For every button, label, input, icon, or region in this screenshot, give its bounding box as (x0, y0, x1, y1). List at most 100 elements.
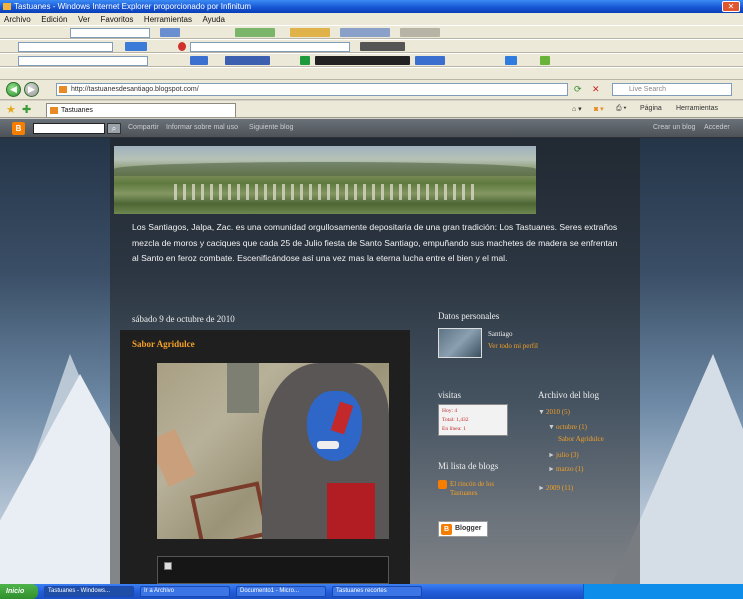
visits-heading: visitas (438, 390, 462, 400)
toolbar-search-box[interactable] (70, 28, 150, 38)
page-menu[interactable]: Página (640, 105, 662, 112)
stop-icon[interactable]: ✕ (592, 84, 600, 95)
tab-tastuanes[interactable]: Tastuanes (46, 103, 236, 117)
blogger-badge-icon: B (441, 524, 452, 535)
toolbar-3 (0, 53, 743, 67)
windows-taskbar: Inicio Tastuanes - Windows... Ir a Archi… (0, 584, 743, 599)
bloglist-heading: Mi lista de blogs (438, 461, 499, 471)
powered-by-blogger-button[interactable]: B Blogger (438, 521, 488, 537)
profile-link[interactable]: Ver todo mi perfil (488, 342, 538, 350)
blogger-logo-icon[interactable]: B (12, 122, 25, 135)
photo-red-garment (327, 483, 375, 539)
menu-ayuda[interactable]: Ayuda (202, 15, 225, 24)
toolbar-button[interactable] (415, 56, 445, 65)
blogger-navbar: B ⌕ Compartir Informar sobre mal uso Sig… (0, 119, 743, 138)
url-field[interactable]: http://tastuanesdesantiago.blogspot.com/ (56, 83, 568, 96)
toolbar-button[interactable] (300, 56, 310, 65)
navbar-report-link[interactable]: Informar sobre mal uso (166, 124, 238, 131)
toolbar-button[interactable] (540, 56, 550, 65)
visitor-counter[interactable]: Hoy: 4 Total: 1,432 En línea: 1 (438, 404, 508, 436)
collapsed-triangle-icon: ► (548, 465, 555, 473)
post-photo[interactable] (157, 363, 389, 539)
post-title[interactable]: Sabor Agridulce (132, 339, 195, 349)
add-favorite-icon[interactable]: ✚ (22, 103, 31, 116)
taskbar-item[interactable]: Tastuanes recortes (332, 586, 422, 597)
navbar-create-blog-link[interactable]: Crear un blog (653, 124, 695, 131)
refresh-icon[interactable]: ⟳ (574, 84, 582, 95)
blogger-badge-label: Blogger (455, 525, 482, 532)
system-tray[interactable] (583, 584, 743, 599)
archive-month-link[interactable]: julio (3) (556, 451, 579, 459)
archive-month-link[interactable]: marzo (1) (556, 465, 583, 473)
taskbar-item[interactable]: Documento1 - Micro... (236, 586, 326, 597)
toolbar-button[interactable] (315, 56, 410, 65)
archive-year-link[interactable]: 2009 (11) (546, 484, 573, 492)
toolbar-button[interactable] (190, 56, 208, 65)
toolbar-button[interactable] (505, 56, 517, 65)
archive-month-link[interactable]: octubre (1) (556, 423, 587, 431)
record-icon[interactable] (178, 42, 186, 51)
visitor-row: Hoy: 4 (442, 408, 458, 414)
menu-bar: Archivo Edición Ver Favoritos Herramient… (0, 13, 743, 25)
toolbar-1 (0, 25, 743, 39)
toolbar-button[interactable] (290, 28, 330, 37)
photo-leg (157, 429, 197, 487)
window-title: Tastuanes - Windows Internet Explorer pr… (14, 2, 252, 11)
toolbar-button[interactable] (235, 28, 275, 37)
search-icon[interactable]: ⌕ (107, 123, 121, 134)
archive-post-link[interactable]: Sabor Agridulce (558, 435, 604, 443)
header-hill (114, 162, 536, 176)
toolbar-button[interactable] (400, 28, 440, 37)
archive-post[interactable]: Sabor Agridulce (558, 433, 604, 443)
window-titlebar[interactable]: Tastuanes - Windows Internet Explorer pr… (0, 0, 743, 13)
archive-item[interactable]: ▼octubre (1) (548, 421, 587, 431)
navbar-next-blog-link[interactable]: Siguiente blog (249, 124, 293, 131)
visits-widget: visitas Hoy: 4 Total: 1,432 En línea: 1 (438, 390, 518, 440)
photo-wooden-frame (190, 481, 270, 539)
toolbar-button[interactable] (125, 42, 147, 51)
taskbar-item[interactable]: Ir a Archivo (140, 586, 230, 597)
toolbar-button[interactable] (360, 42, 405, 51)
toolbar-input[interactable] (18, 42, 113, 52)
blog-search-input[interactable] (33, 123, 105, 134)
navbar-share-link[interactable]: Compartir (128, 124, 159, 131)
forward-icon[interactable]: ▶ (24, 82, 39, 97)
tools-menu[interactable]: Herramientas (676, 105, 718, 112)
bloglist-link[interactable]: El rincón de los Tastuanes (450, 480, 522, 498)
blog-description: Los Santiagos, Jalpa, Zac. es una comuni… (132, 222, 618, 263)
archive-item[interactable]: ►2009 (11) (538, 482, 573, 492)
menu-edicion[interactable]: Edición (41, 15, 67, 24)
header-village (174, 184, 474, 200)
toolbar-button[interactable] (160, 28, 180, 37)
blog-container: Los Santiagos, Jalpa, Zac. es una comuni… (110, 138, 640, 584)
archive-year-link[interactable]: 2010 (5) (546, 408, 570, 416)
toolbar-button[interactable] (340, 28, 390, 37)
toolbar-search-field[interactable] (190, 42, 350, 52)
expand-triangle-icon: ▼ (548, 423, 555, 431)
menu-herramientas[interactable]: Herramientas (144, 15, 192, 24)
print-icon[interactable]: ⎙ ▾ (616, 105, 627, 113)
home-icon[interactable]: ⌂ ▾ (572, 105, 582, 113)
taskbar-item[interactable]: Tastuanes - Windows... (44, 586, 134, 597)
favorites-star-icon[interactable]: ★ (6, 103, 16, 116)
live-search-input[interactable]: Live Search (612, 83, 732, 96)
feeds-icon[interactable]: ◙ ▾ (594, 105, 604, 113)
profile-widget: Datos personales Santiago Ver todo mi pe… (438, 311, 538, 361)
expand-triangle-icon: ▼ (538, 408, 545, 416)
menu-archivo[interactable]: Archivo (4, 15, 31, 24)
bloglist-widget: Mi lista de blogs El rincón de los Tastu… (438, 461, 538, 511)
toolbar-button[interactable] (225, 56, 270, 65)
menu-ver[interactable]: Ver (78, 15, 90, 24)
toolbar-input[interactable] (18, 56, 148, 66)
profile-avatar[interactable] (438, 328, 482, 358)
archive-item[interactable]: ►julio (3) (548, 449, 579, 459)
archive-widget: Archivo del blog ▼2010 (5) ▼octubre (1) … (538, 390, 638, 500)
close-icon[interactable]: ✕ (722, 1, 740, 12)
archive-item[interactable]: ►marzo (1) (548, 463, 583, 473)
archive-item[interactable]: ▼2010 (5) (538, 406, 570, 416)
menu-favoritos[interactable]: Favoritos (101, 15, 134, 24)
start-button[interactable]: Inicio (0, 584, 38, 599)
blog-header-image[interactable] (114, 146, 536, 214)
back-icon[interactable]: ◀ (6, 82, 21, 97)
navbar-signin-link[interactable]: Acceder (704, 124, 730, 131)
